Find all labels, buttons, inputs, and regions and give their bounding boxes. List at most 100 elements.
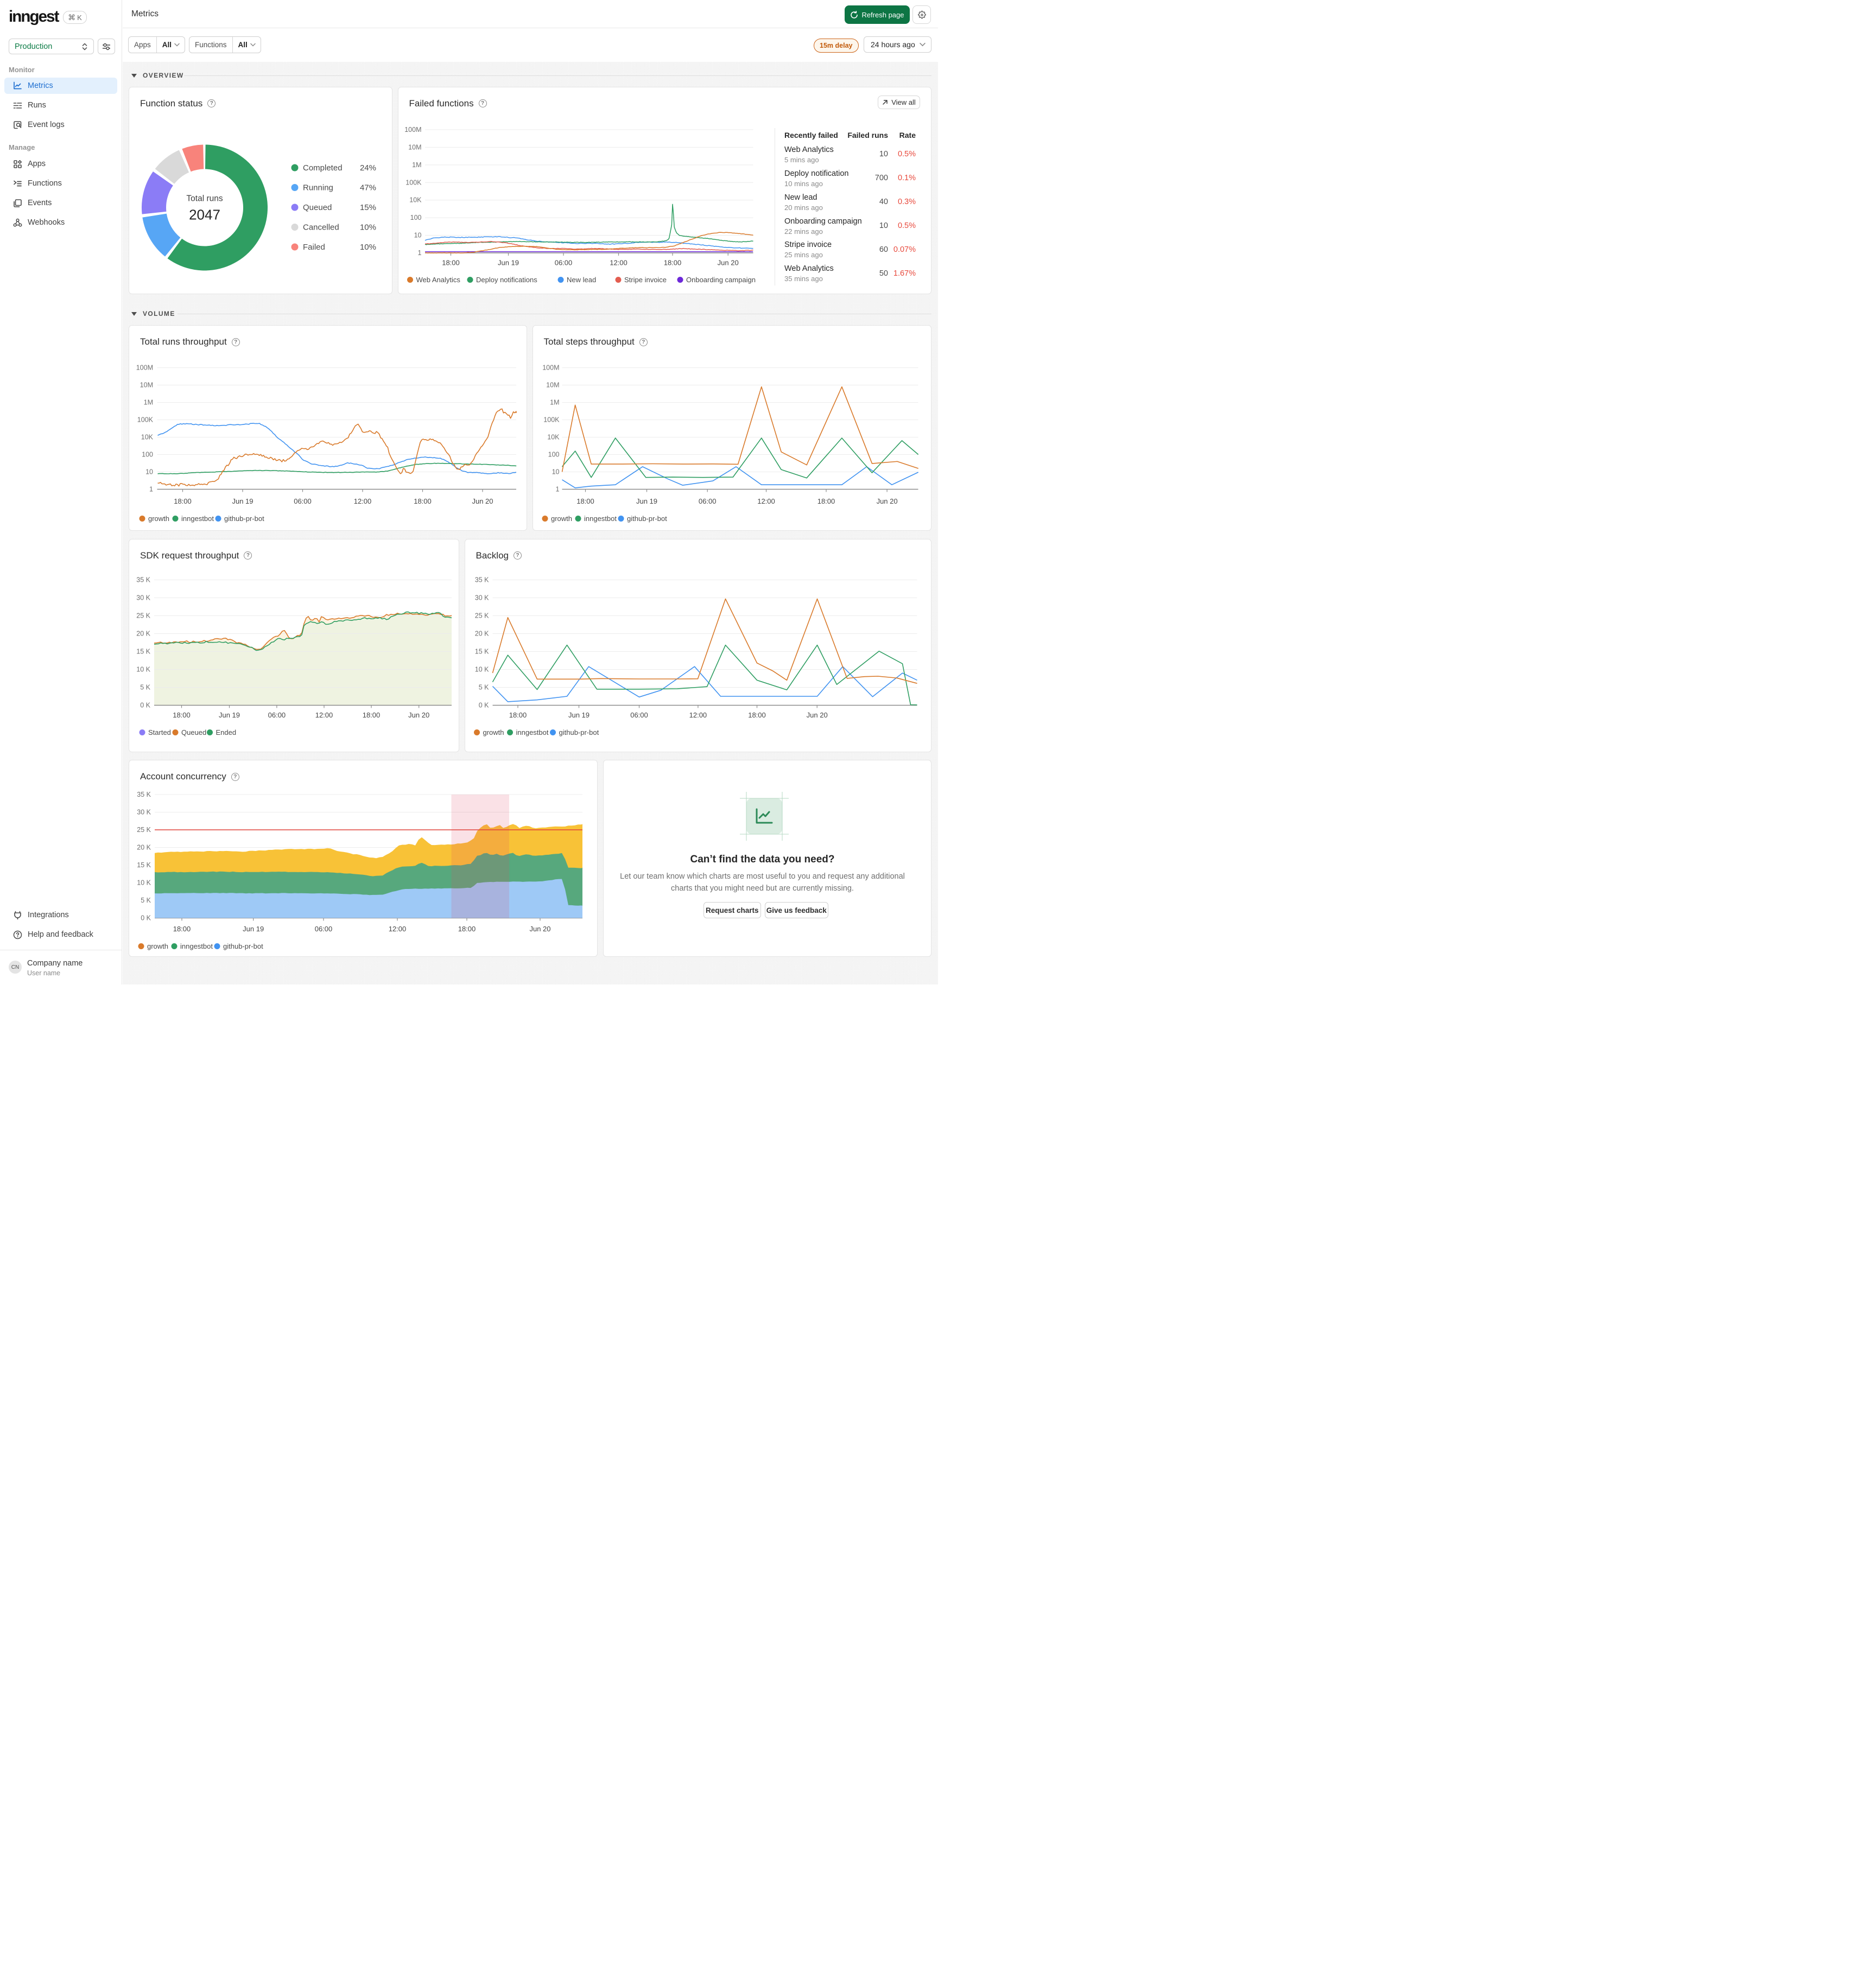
svg-text:inngestbot: inngestbot — [181, 515, 214, 523]
svg-text:15 K: 15 K — [137, 861, 151, 869]
svg-text:06:00: 06:00 — [268, 711, 286, 719]
svg-text:100: 100 — [410, 214, 421, 221]
svg-text:35 K: 35 K — [474, 576, 489, 583]
svg-text:growth: growth — [551, 515, 572, 523]
svg-text:growth: growth — [483, 728, 504, 736]
svg-text:06:00: 06:00 — [294, 497, 312, 505]
svg-text:Jun 20: Jun 20 — [408, 711, 429, 719]
svg-text:Failed: Failed — [303, 243, 325, 252]
svg-text:Jun 20: Jun 20 — [529, 925, 550, 933]
svg-text:100K: 100K — [405, 179, 422, 186]
svg-text:5 K: 5 K — [140, 683, 150, 691]
svg-text:100M: 100M — [542, 364, 559, 372]
svg-text:18:00: 18:00 — [576, 497, 594, 505]
svg-text:1: 1 — [417, 249, 421, 257]
svg-text:1: 1 — [149, 486, 153, 493]
svg-text:18:00: 18:00 — [174, 497, 192, 505]
svg-text:growth: growth — [147, 942, 168, 950]
svg-text:github-pr-bot: github-pr-bot — [559, 728, 599, 736]
svg-text:18:00: 18:00 — [442, 258, 460, 266]
svg-text:18:00: 18:00 — [363, 711, 381, 719]
svg-text:12:00: 12:00 — [757, 497, 775, 505]
svg-text:30 K: 30 K — [474, 594, 489, 601]
svg-text:Ended: Ended — [216, 728, 237, 736]
svg-text:06:00: 06:00 — [315, 925, 333, 933]
svg-text:github-pr-bot: github-pr-bot — [223, 942, 263, 950]
svg-text:12:00: 12:00 — [389, 925, 407, 933]
svg-text:10: 10 — [552, 468, 559, 476]
svg-text:Deploy notifications: Deploy notifications — [476, 276, 537, 284]
svg-text:0 K: 0 K — [478, 701, 489, 709]
svg-text:5 K: 5 K — [478, 683, 489, 691]
svg-text:18:00: 18:00 — [414, 497, 432, 505]
svg-text:06:00: 06:00 — [630, 711, 648, 719]
svg-text:100K: 100K — [137, 416, 154, 424]
svg-text:10M: 10M — [546, 382, 559, 389]
svg-text:Running: Running — [303, 183, 333, 192]
svg-text:18:00: 18:00 — [173, 925, 191, 933]
svg-text:18:00: 18:00 — [663, 258, 681, 266]
svg-text:100M: 100M — [136, 364, 153, 372]
svg-text:Jun 20: Jun 20 — [806, 711, 827, 719]
svg-text:15 K: 15 K — [474, 647, 489, 655]
svg-text:Jun 20: Jun 20 — [472, 497, 493, 505]
svg-text:Jun 19: Jun 19 — [636, 497, 657, 505]
svg-text:inngestbot: inngestbot — [180, 942, 213, 950]
svg-text:Stripe invoice: Stripe invoice — [624, 276, 667, 284]
svg-text:2047: 2047 — [189, 206, 220, 223]
svg-text:12:00: 12:00 — [610, 258, 628, 266]
svg-text:10: 10 — [145, 468, 153, 476]
svg-text:06:00: 06:00 — [698, 497, 716, 505]
svg-text:10%: 10% — [360, 223, 376, 232]
svg-text:1M: 1M — [144, 399, 153, 406]
svg-text:5 K: 5 K — [141, 897, 151, 904]
svg-text:inngestbot: inngestbot — [584, 515, 617, 523]
svg-text:Jun 19: Jun 19 — [568, 711, 589, 719]
svg-text:06:00: 06:00 — [554, 258, 572, 266]
svg-text:15%: 15% — [360, 203, 376, 212]
svg-text:47%: 47% — [360, 183, 376, 192]
svg-text:Cancelled: Cancelled — [303, 223, 339, 232]
svg-text:growth: growth — [148, 515, 169, 523]
svg-text:Jun 19: Jun 19 — [232, 497, 253, 505]
svg-text:inngestbot: inngestbot — [516, 728, 548, 736]
svg-text:25 K: 25 K — [474, 612, 489, 619]
svg-text:1: 1 — [555, 486, 559, 493]
svg-text:10M: 10M — [140, 382, 153, 389]
svg-text:10%: 10% — [360, 243, 376, 252]
svg-text:10K: 10K — [409, 196, 422, 204]
svg-text:10 K: 10 K — [136, 665, 150, 673]
svg-text:Onboarding campaign: Onboarding campaign — [686, 276, 756, 284]
svg-text:Jun 19: Jun 19 — [243, 925, 264, 933]
svg-text:github-pr-bot: github-pr-bot — [224, 515, 264, 523]
svg-text:github-pr-bot: github-pr-bot — [627, 515, 667, 523]
svg-text:12:00: 12:00 — [354, 497, 372, 505]
svg-text:18:00: 18:00 — [748, 711, 766, 719]
svg-text:Jun 19: Jun 19 — [497, 258, 518, 266]
svg-text:100K: 100K — [543, 416, 560, 424]
svg-text:12:00: 12:00 — [315, 711, 333, 719]
svg-text:1M: 1M — [412, 161, 421, 168]
svg-text:100: 100 — [548, 451, 559, 459]
svg-text:12:00: 12:00 — [689, 711, 707, 719]
svg-text:1M: 1M — [550, 399, 559, 406]
svg-text:30 K: 30 K — [136, 594, 150, 601]
svg-text:30 K: 30 K — [137, 809, 151, 816]
svg-text:100: 100 — [142, 451, 153, 459]
svg-text:Web Analytics: Web Analytics — [416, 276, 460, 284]
svg-text:20 K: 20 K — [136, 630, 150, 637]
svg-text:Queued: Queued — [303, 203, 332, 212]
svg-text:Jun 19: Jun 19 — [219, 711, 240, 719]
svg-text:18:00: 18:00 — [458, 925, 476, 933]
svg-text:10 K: 10 K — [137, 879, 151, 887]
svg-text:18:00: 18:00 — [817, 497, 835, 505]
svg-text:Completed: Completed — [303, 163, 343, 173]
svg-text:18:00: 18:00 — [173, 711, 191, 719]
svg-text:10 K: 10 K — [474, 665, 489, 673]
svg-text:20 K: 20 K — [137, 844, 151, 852]
svg-text:10M: 10M — [408, 143, 421, 151]
svg-text:20 K: 20 K — [474, 630, 489, 637]
svg-text:Total runs: Total runs — [186, 194, 223, 203]
svg-text:New lead: New lead — [567, 276, 596, 284]
svg-text:10: 10 — [414, 231, 421, 239]
